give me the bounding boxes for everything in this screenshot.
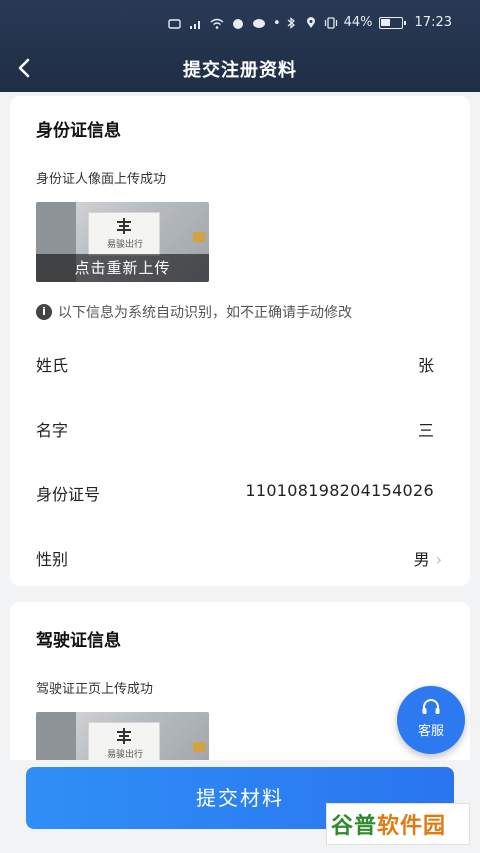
status-right-icons: 44% 17:23 — [284, 15, 452, 30]
field-surname[interactable]: 姓氏 张 — [36, 348, 434, 378]
bluetooth-icon — [287, 16, 295, 29]
notice-text: 以下信息为系统自动识别，如不正确请手动修改 — [58, 305, 352, 321]
customer-service-button[interactable]: 客服 — [397, 686, 465, 754]
photo-sign: 易骏出行 — [88, 212, 160, 256]
battery-percent: 44% — [343, 15, 373, 30]
field-value: 男 — [413, 550, 430, 569]
headset-icon — [422, 699, 440, 714]
status-left-icons: • — [168, 16, 281, 31]
customer-service-label: 客服 — [417, 724, 444, 739]
vibrate-icon — [324, 16, 337, 29]
watermark-text: 谷普软件园 — [331, 808, 446, 840]
field-gender[interactable]: 性别 男 › — [36, 542, 442, 572]
sim-icon — [168, 18, 181, 29]
photo-sign-text: 易骏出行 — [106, 240, 143, 250]
chat-icon — [253, 18, 265, 28]
id-photo-thumbnail[interactable]: 易骏出行 点击重新上传 — [36, 202, 209, 282]
nav-bar: 提交注册资料 — [0, 46, 480, 90]
field-value[interactable]: 张 — [418, 352, 434, 376]
field-value[interactable]: 三 — [418, 417, 434, 441]
status-bar: • 44% 17:23 — [0, 0, 480, 46]
site-watermark: 谷普软件园 — [326, 803, 470, 845]
driver-license-section: 驾驶证信息 驾驶证正页上传成功 易骏出行 — [10, 602, 470, 782]
info-icon: i — [36, 304, 52, 320]
signal-icon — [190, 20, 200, 29]
location-icon — [306, 16, 315, 28]
watermark-part2: 软件园 — [377, 814, 447, 839]
field-id-number[interactable]: 身份证号 110108198204154026 — [36, 477, 434, 507]
app-notification-icon — [233, 18, 243, 29]
status-time: 17:23 — [414, 15, 452, 30]
more-dots: • — [273, 16, 281, 31]
logo-icon — [117, 218, 131, 234]
battery-icon — [378, 16, 406, 29]
page-title: 提交注册资料 — [183, 60, 297, 81]
field-label: 性别 — [36, 550, 69, 569]
photo-sign-text: 易骏出行 — [106, 750, 143, 760]
wifi-icon — [210, 18, 224, 29]
license-upload-status: 驾驶证正页上传成功 — [36, 682, 154, 697]
id-reupload-button[interactable]: 点击重新上传 — [36, 254, 209, 282]
id-card-section: 身份证信息 身份证人像面上传成功 易骏出行 点击重新上传 i 以下信息为系统自动… — [10, 96, 470, 586]
watermark-part1: 谷普 — [331, 814, 378, 839]
photo-tag — [193, 742, 205, 752]
field-label: 姓氏 — [36, 356, 69, 375]
license-section-title: 驾驶证信息 — [36, 631, 121, 651]
field-given-name[interactable]: 名字 三 — [36, 413, 434, 443]
field-label: 身份证号 — [36, 485, 101, 504]
field-value[interactable]: 110108198204154026 — [245, 481, 434, 500]
photo-tag — [193, 232, 205, 242]
id-section-title: 身份证信息 — [36, 121, 121, 141]
chevron-right-icon: › — [435, 550, 442, 569]
auto-recognize-notice: i 以下信息为系统自动识别，如不正确请手动修改 — [36, 302, 352, 322]
gender-select[interactable]: 男 › — [414, 546, 442, 570]
app-header: • 44% 17:23 提交注册资料 — [0, 0, 480, 92]
id-upload-status: 身份证人像面上传成功 — [36, 172, 167, 187]
field-label: 名字 — [36, 421, 69, 440]
logo-icon — [117, 728, 131, 744]
